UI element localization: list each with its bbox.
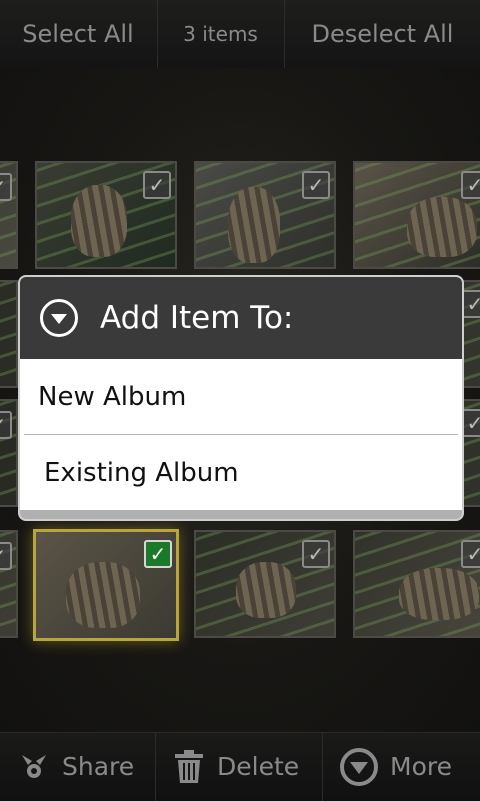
bottom-action-bar: Share Delete More (0, 732, 480, 801)
photo-thumbnail[interactable]: ✓ (353, 161, 480, 269)
top-action-bar: Select All 3 items Deselect All (0, 0, 480, 69)
dialog-header: Add Item To: (20, 277, 462, 359)
chevron-down-circle-icon (340, 748, 378, 786)
more-button[interactable]: More (323, 733, 480, 801)
photo-thumbnail[interactable]: ✓ (194, 530, 336, 638)
select-all-button[interactable]: Select All (0, 0, 156, 68)
delete-button[interactable]: Delete (156, 733, 322, 801)
new-album-option[interactable]: New Album (20, 359, 462, 435)
share-button[interactable]: Share (0, 733, 155, 801)
photo-thumbnail[interactable]: ✓ (194, 161, 336, 269)
dialog-footer (20, 510, 462, 519)
chevron-down-circle-icon (40, 299, 78, 337)
photo-thumbnail[interactable]: ✓ (35, 161, 177, 269)
share-icon (22, 755, 46, 778)
photo-thumbnail[interactable] (0, 280, 18, 388)
item-count-label: 3 items (183, 22, 258, 46)
more-label: More (390, 752, 452, 781)
delete-label: Delete (217, 752, 300, 781)
photo-thumbnail[interactable]: ✓ (0, 399, 18, 507)
add-item-to-dialog: Add Item To: New Album Existing Album (18, 275, 464, 521)
share-label: Share (62, 752, 135, 781)
select-checkbox[interactable]: ✓ (0, 173, 12, 201)
dialog-title: Add Item To: (100, 300, 294, 336)
trash-icon (175, 750, 203, 783)
photo-thumbnail[interactable]: ✓ (0, 161, 18, 269)
select-checkbox[interactable]: ✓ (0, 411, 12, 439)
select-checkbox[interactable]: ✓ (302, 171, 330, 199)
select-checkbox[interactable]: ✓ (461, 171, 480, 199)
select-checkbox[interactable]: ✓ (0, 542, 12, 570)
select-checkbox[interactable]: ✓ (302, 540, 330, 568)
select-checkbox[interactable]: ✓ (143, 171, 171, 199)
select-checkbox-checked[interactable]: ✓ (144, 540, 172, 568)
deselect-all-button[interactable]: Deselect All (285, 0, 480, 68)
existing-album-option[interactable]: Existing Album (20, 435, 462, 511)
select-checkbox[interactable]: ✓ (461, 540, 480, 568)
photo-thumbnail-selected[interactable]: ✓ (33, 529, 179, 641)
photo-thumbnail[interactable]: ✓ (0, 530, 18, 638)
photo-thumbnail[interactable]: ✓ (353, 530, 480, 638)
